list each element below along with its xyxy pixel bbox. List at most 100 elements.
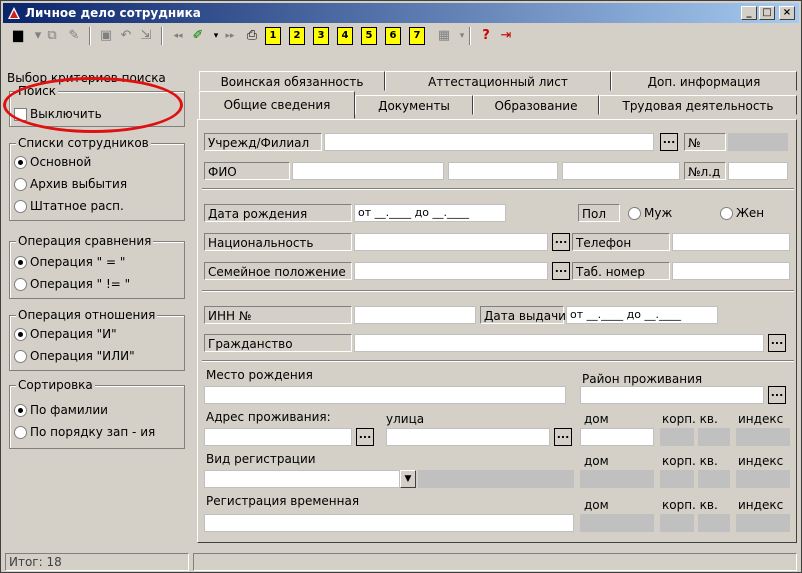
copy-icon[interactable]: ⧉ [43,27,61,45]
employee-lists-group: Списки сотрудников Основной Архив выбыти… [9,136,185,221]
phone-input[interactable] [672,233,790,251]
org-lookup-button[interactable]: ... [660,133,678,151]
page-5-button[interactable]: 5 [361,27,377,45]
radio-archive[interactable]: Архив выбытия [12,176,127,192]
reg-house-input[interactable] [580,470,654,488]
search-group-title: Поиск [16,84,59,98]
district-label: Район проживания [582,372,703,386]
street-input[interactable] [386,428,550,446]
district-lookup-button[interactable]: ... [768,386,786,404]
address-district-input[interactable] [204,428,352,446]
tab-military[interactable]: Воинская обязанность [199,71,385,91]
citizenship-input[interactable] [354,334,764,352]
radio-sort-surname[interactable]: По фамилии [12,402,108,418]
marital-lookup-button[interactable]: ... [552,262,570,280]
search-criteria-panel: Выбор критериев поиска Поиск Выключить С… [3,69,187,547]
page-3-button[interactable]: 3 [313,27,329,45]
compare-op-title: Операция сравнения [16,234,154,248]
radio-sort-order[interactable]: По порядку зап - ия [12,424,155,440]
reg-index-input[interactable] [736,470,790,488]
minimize-button[interactable]: _ [741,6,757,20]
radio-female[interactable]: Жен [718,205,764,221]
reg-corp-input[interactable] [660,470,694,488]
marital-status-input[interactable] [354,262,548,280]
filter-icon[interactable]: ✐ [189,27,207,45]
temp-apt-input[interactable] [698,514,730,532]
temp-house-input[interactable] [580,514,654,532]
toolbar-separator [161,27,163,45]
page-4-button[interactable]: 4 [337,27,353,45]
citizenship-label: Гражданство [204,334,352,352]
tab-number-label: Таб. номер [572,262,670,280]
tab-documents[interactable]: Документы [355,95,473,115]
chevron-down-icon[interactable]: ▼ [400,470,416,488]
street-label: улица [386,412,425,426]
exit-icon[interactable]: ⇥ [497,27,515,45]
radio-main-list[interactable]: Основной [12,154,91,170]
address-district-lookup-button[interactable]: ... [356,428,374,446]
birth-date-range-input[interactable]: от __.____ до __.____ [354,204,506,222]
temp-reg-input[interactable] [204,514,574,532]
case-num-input[interactable] [728,162,788,180]
temp-index-label: индекс [738,498,784,512]
radio-not-equals[interactable]: Операция " != " [12,276,130,292]
reg-address-input[interactable] [418,470,574,488]
case-num-label: №л.д [684,162,726,180]
delete-icon[interactable]: ▣ [97,27,115,45]
reg-type-label: Вид регистрации [206,452,316,466]
tab-general[interactable]: Общие сведения [199,91,355,119]
page-6-button[interactable]: 6 [385,27,401,45]
num-input[interactable] [728,133,788,151]
maximize-button[interactable]: □ [759,6,775,20]
save-icon[interactable]: ⇲ [137,27,155,45]
citizenship-lookup-button[interactable]: ... [768,334,786,352]
org-input[interactable] [324,133,654,151]
temp-corp-input[interactable] [660,514,694,532]
house-input[interactable] [580,428,654,446]
radio-staff-schedule[interactable]: Штатное расп. [12,198,124,214]
tab-additional-info[interactable]: Доп. информация [611,71,797,91]
patronymic-input[interactable] [562,162,680,180]
tab-work-history[interactable]: Трудовая деятельность [599,95,797,115]
radio-equals[interactable]: Операция " = " [12,254,125,270]
nationality-lookup-button[interactable]: ... [552,233,570,251]
tab-number-input[interactable] [672,262,790,280]
inn-input[interactable] [354,306,476,324]
nationality-input[interactable] [354,233,548,251]
last-record-icon[interactable]: ▸▸ [221,27,239,45]
tab-attestation[interactable]: Аттестационный лист [385,71,611,91]
reg-apt-input[interactable] [698,470,730,488]
print-icon[interactable]: ⎙ [243,27,261,45]
corp-input[interactable] [660,428,694,446]
name-input[interactable] [448,162,558,180]
street-lookup-button[interactable]: ... [554,428,572,446]
district-input[interactable] [580,386,764,404]
phone-label: Телефон [572,233,670,251]
index-input[interactable] [736,428,790,446]
birthplace-input[interactable] [204,386,566,404]
reg-type-select[interactable] [204,470,400,488]
page-7-button[interactable]: 7 [409,27,425,45]
compare-op-group: Операция сравнения Операция " = " Операц… [9,234,185,299]
grid-icon[interactable]: ▦ [435,27,453,45]
employee-form-panel: Воинская обязанность Аттестационный лист… [193,69,799,547]
apt-input[interactable] [698,428,730,446]
disable-search-checkbox[interactable]: Выключить [12,106,102,122]
new-record-icon[interactable]: ▆ [9,27,27,45]
tab-education[interactable]: Образование [473,95,599,115]
help-icon[interactable]: ? [477,27,495,45]
employee-lists-title: Списки сотрудников [16,136,151,150]
temp-index-input[interactable] [736,514,790,532]
first-record-icon[interactable]: ◂◂ [169,27,187,45]
radio-and[interactable]: Операция "И" [12,326,117,342]
radio-or[interactable]: Операция "ИЛИ" [12,348,135,364]
undo-icon[interactable]: ↶ [117,27,135,45]
issue-date-range-input[interactable]: от __.____ до __.____ [566,306,718,324]
radio-male[interactable]: Муж [626,205,672,221]
edit-icon[interactable]: ✎ [65,27,83,45]
criteria-heading: Выбор критериев поиска [7,71,166,85]
page-2-button[interactable]: 2 [289,27,305,45]
page-1-button[interactable]: 1 [265,27,281,45]
close-button[interactable]: × [779,6,795,20]
surname-input[interactable] [292,162,444,180]
